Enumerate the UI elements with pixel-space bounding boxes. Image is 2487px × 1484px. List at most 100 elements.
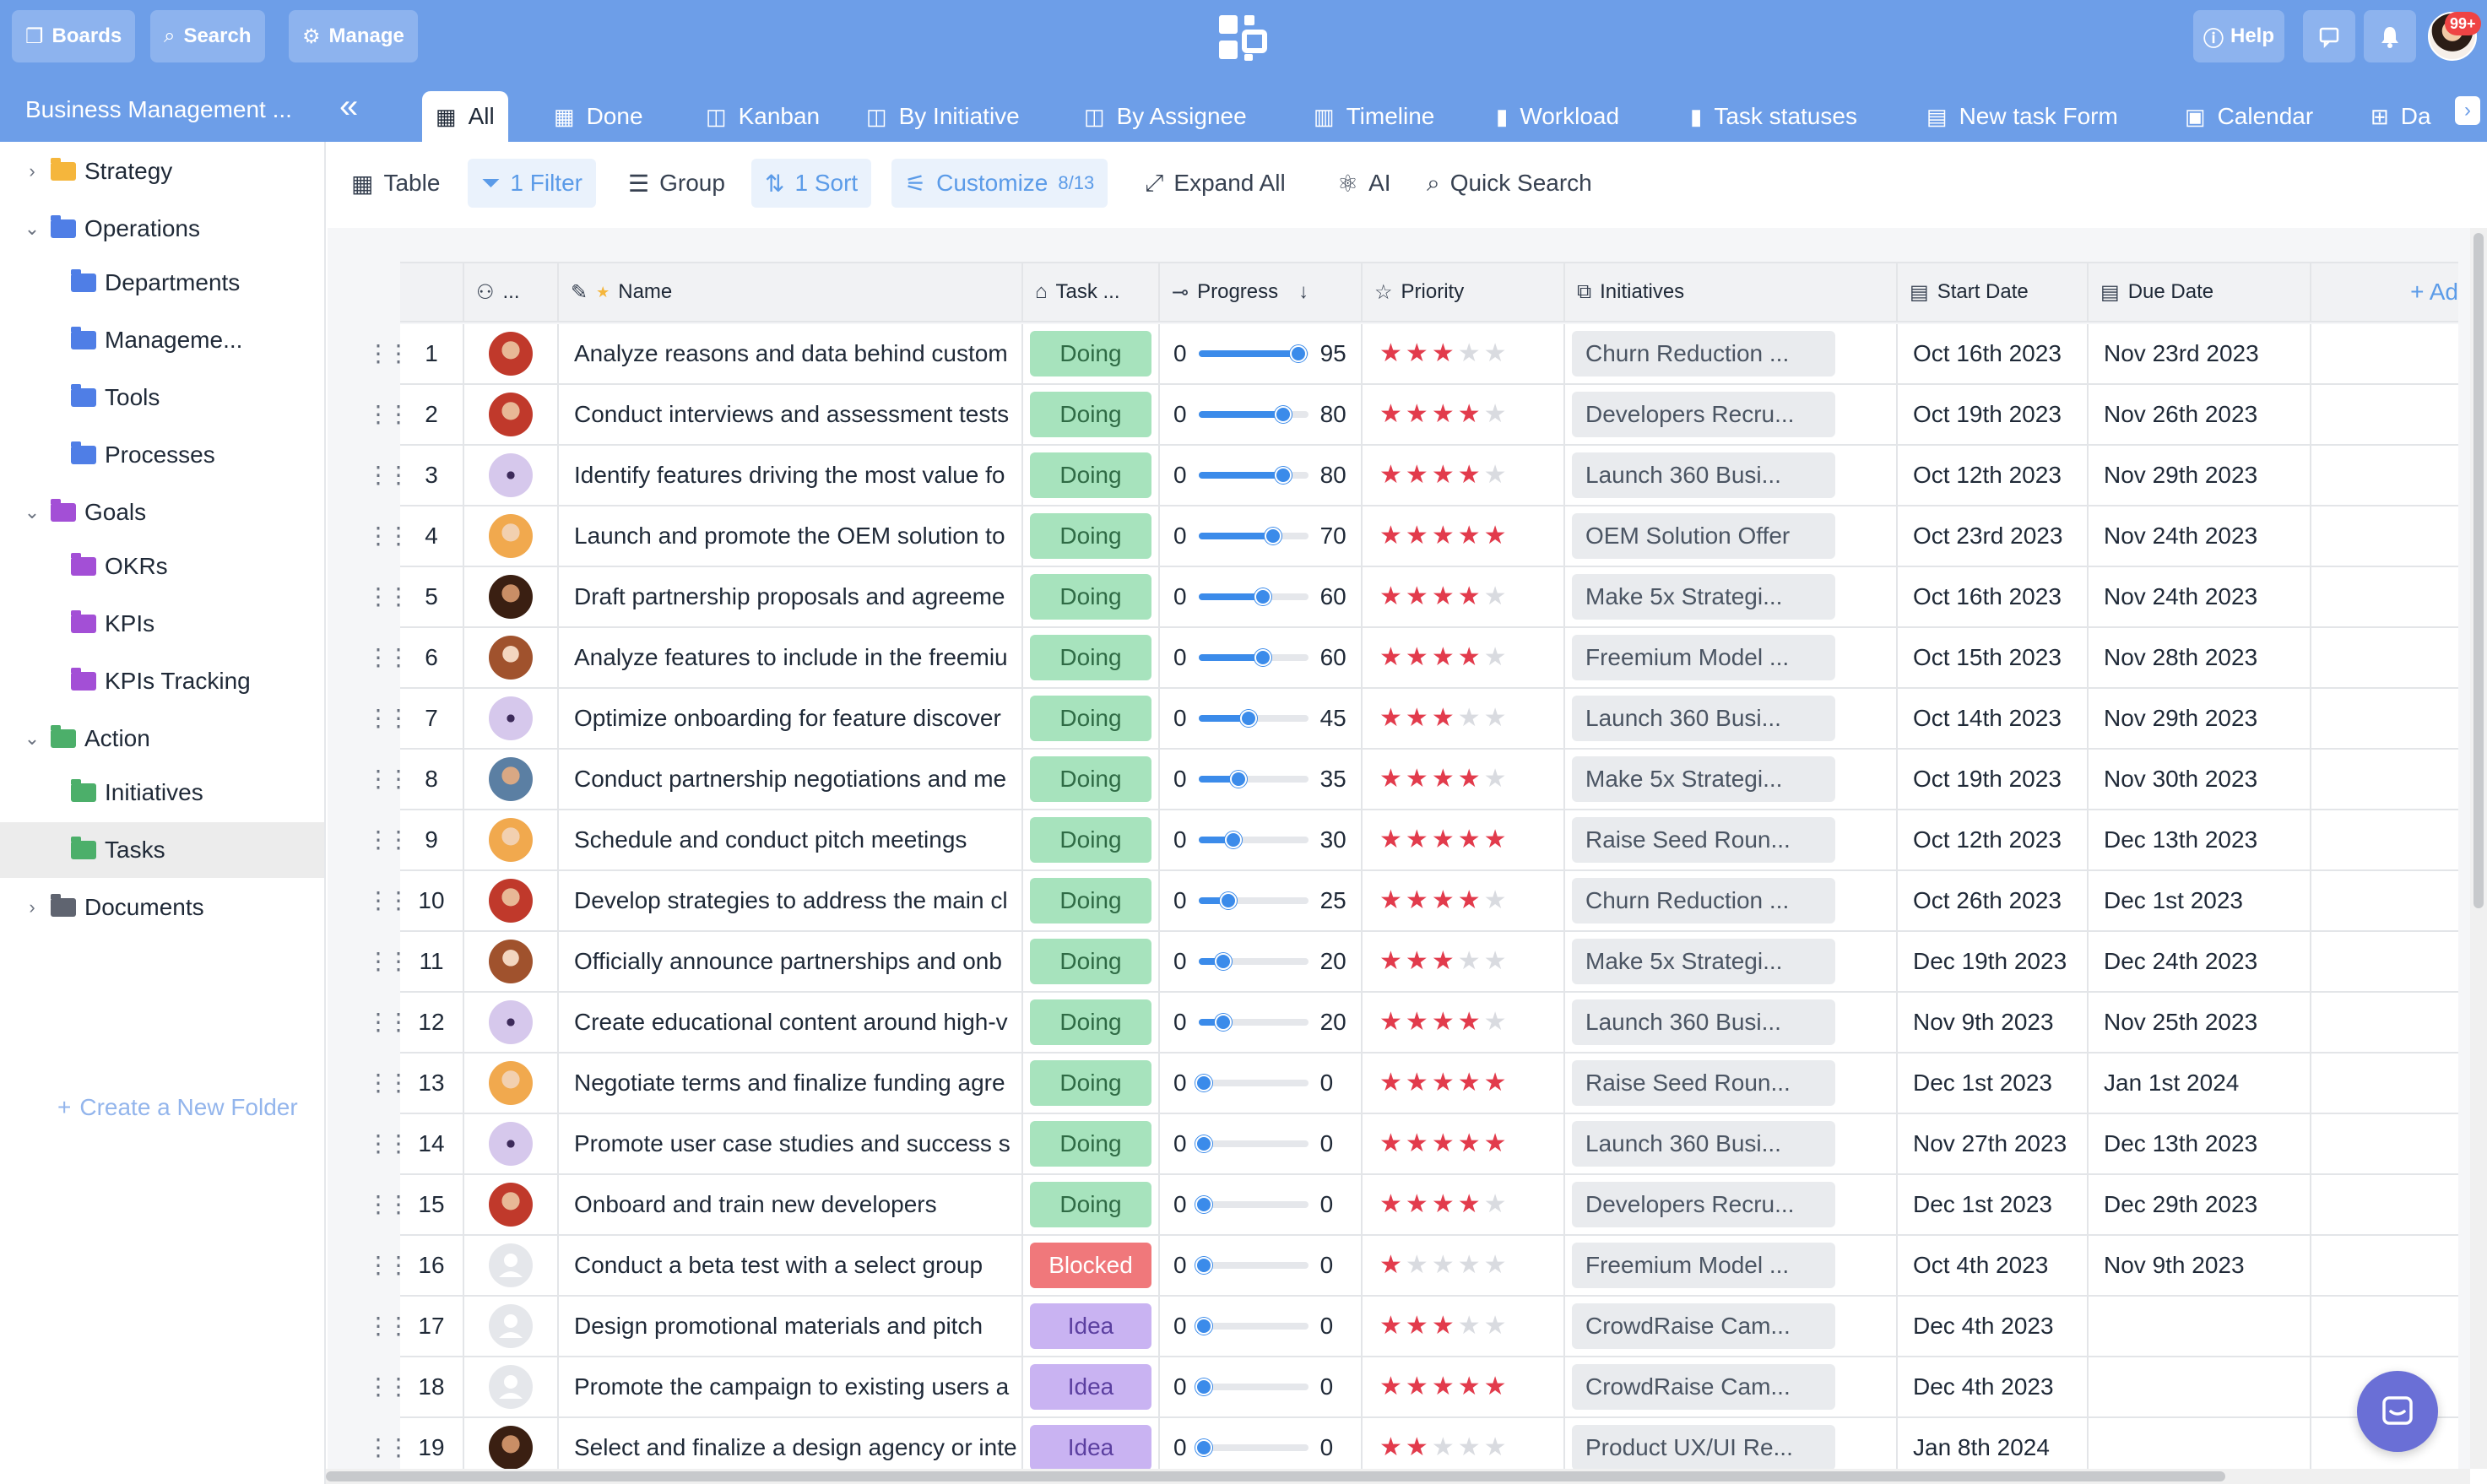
- star-icon[interactable]: ★: [1379, 584, 1402, 609]
- star-icon[interactable]: ★: [1458, 949, 1481, 974]
- progress-cell[interactable]: 00: [1160, 1236, 1363, 1295]
- star-icon[interactable]: ★: [1458, 463, 1481, 488]
- notifications-button[interactable]: [2364, 10, 2416, 62]
- sidebar-item-goals[interactable]: ⌄ Goals: [0, 485, 324, 540]
- table-row[interactable]: ⋮⋮ 19 Select and finalize a design agency …: [328, 1418, 2472, 1469]
- boards-button[interactable]: ❐ Boards: [12, 10, 136, 62]
- initiative-cell[interactable]: Freemium Model ...: [1565, 628, 1898, 687]
- tab-kanban[interactable]: ◫ Kanban: [692, 91, 833, 142]
- due-date-cell[interactable]: [2089, 1418, 2311, 1469]
- star-icon[interactable]: ★: [1379, 706, 1402, 731]
- star-icon[interactable]: ★: [1484, 827, 1507, 853]
- table-row[interactable]: ⋮⋮ 14 Promote user case studies and succes…: [328, 1114, 2472, 1175]
- star-icon[interactable]: ★: [1432, 1435, 1455, 1460]
- star-icon[interactable]: ★: [1406, 1374, 1428, 1400]
- manage-button[interactable]: ⚙ Manage: [289, 10, 418, 62]
- initiative-chip[interactable]: CrowdRaise Cam...: [1572, 1303, 1835, 1349]
- initiative-chip[interactable]: Launch 360 Busi...: [1572, 999, 1835, 1045]
- priority-rating[interactable]: ★ ★ ★ ★ ★: [1363, 1236, 1565, 1295]
- star-icon[interactable]: ★: [1458, 523, 1481, 549]
- task-status-cell[interactable]: Doing: [1023, 567, 1160, 626]
- progress-knob[interactable]: [1195, 1257, 1212, 1274]
- progress-slider[interactable]: [1195, 1318, 1309, 1335]
- priority-rating[interactable]: ★ ★ ★ ★ ★: [1363, 446, 1565, 505]
- star-icon[interactable]: ★: [1458, 645, 1481, 670]
- initiative-cell[interactable]: OEM Solution Offer: [1565, 506, 1898, 566]
- initiative-chip[interactable]: Raise Seed Roun...: [1572, 1060, 1835, 1106]
- priority-rating[interactable]: ★ ★ ★ ★ ★: [1363, 810, 1565, 869]
- priority-rating[interactable]: ★ ★ ★ ★ ★: [1363, 689, 1565, 748]
- start-date-cell[interactable]: Jan 8th 2024: [1898, 1418, 2089, 1469]
- due-date-cell[interactable]: Jan 1st 2024: [2089, 1053, 2311, 1113]
- star-icon[interactable]: ★: [1379, 1192, 1402, 1217]
- priority-rating[interactable]: ★ ★ ★ ★ ★: [1363, 1114, 1565, 1173]
- tab-workload[interactable]: ▮ Workload: [1482, 91, 1633, 142]
- progress-slider[interactable]: [1195, 1075, 1309, 1091]
- star-icon[interactable]: ★: [1379, 827, 1402, 853]
- initiative-cell[interactable]: Developers Recru...: [1565, 385, 1898, 444]
- star-icon[interactable]: ★: [1458, 888, 1481, 913]
- star-icon[interactable]: ★: [1484, 1313, 1507, 1339]
- star-icon[interactable]: ★: [1432, 402, 1455, 427]
- start-date-cell[interactable]: Oct 26th 2023: [1898, 871, 2089, 930]
- initiative-cell[interactable]: CrowdRaise Cam...: [1565, 1297, 1898, 1356]
- sidebar-item-tools[interactable]: Tools: [0, 370, 324, 425]
- star-icon[interactable]: ★: [1406, 523, 1428, 549]
- initiative-cell[interactable]: Raise Seed Roun...: [1565, 810, 1898, 869]
- initiative-chip[interactable]: Raise Seed Roun...: [1572, 817, 1835, 863]
- progress-knob[interactable]: [1274, 467, 1292, 484]
- assignee-cell[interactable]: [464, 324, 559, 383]
- due-date-cell[interactable]: Dec 24th 2023: [2089, 932, 2311, 991]
- star-icon[interactable]: ★: [1379, 1374, 1402, 1400]
- initiative-cell[interactable]: Product UX/UI Re...: [1565, 1418, 1898, 1469]
- chevron-right-icon[interactable]: ›: [24, 160, 41, 182]
- progress-cell[interactable]: 0 60: [1160, 567, 1363, 626]
- table-row[interactable]: ⋮⋮ 6 Analyze features to include in the fr…: [328, 628, 2472, 689]
- progress-knob[interactable]: [1239, 710, 1257, 727]
- star-icon[interactable]: ★: [1406, 341, 1428, 366]
- table-row[interactable]: ⋮⋮ 4 Launch and promote the OEM solution t…: [328, 506, 2472, 567]
- assignee-cell[interactable]: [464, 750, 559, 809]
- star-icon[interactable]: ★: [1458, 766, 1481, 792]
- tab-by-assignee[interactable]: ◫ By Assignee: [1070, 91, 1260, 142]
- due-date-cell[interactable]: Nov 28th 2023: [2089, 628, 2311, 687]
- quick-search-button[interactable]: ⌕ Quick Search: [1413, 159, 1606, 208]
- task-name-cell[interactable]: Conduct interviews and assessment tests: [559, 385, 1023, 444]
- star-icon[interactable]: ★: [1484, 645, 1507, 670]
- tab-task-statuses[interactable]: ▮ Task statuses: [1677, 91, 1871, 142]
- initiative-chip[interactable]: Developers Recru...: [1572, 392, 1835, 437]
- star-icon[interactable]: ★: [1379, 949, 1402, 974]
- star-icon[interactable]: ★: [1484, 402, 1507, 427]
- priority-rating[interactable]: ★ ★ ★ ★ ★: [1363, 628, 1565, 687]
- progress-cell[interactable]: 0 45: [1160, 689, 1363, 748]
- start-date-cell[interactable]: Oct 4th 2023: [1898, 1236, 2089, 1295]
- task-status-cell[interactable]: Idea: [1023, 1297, 1160, 1356]
- initiative-chip[interactable]: Freemium Model ...: [1572, 1243, 1835, 1288]
- progress-knob[interactable]: [1195, 1439, 1212, 1456]
- progress-knob[interactable]: [1215, 953, 1233, 970]
- star-icon[interactable]: ★: [1379, 888, 1402, 913]
- vertical-scroll-thumb[interactable]: [2473, 233, 2484, 908]
- due-date-cell[interactable]: Nov 24th 2023: [2089, 567, 2311, 626]
- star-icon[interactable]: ★: [1379, 766, 1402, 792]
- initiative-chip[interactable]: Churn Reduction ...: [1572, 331, 1835, 376]
- star-icon[interactable]: ★: [1406, 584, 1428, 609]
- initiative-chip[interactable]: Launch 360 Busi...: [1572, 452, 1835, 498]
- star-icon[interactable]: ★: [1406, 1131, 1428, 1156]
- assignee-cell[interactable]: [464, 1236, 559, 1295]
- progress-cell[interactable]: 0 80: [1160, 385, 1363, 444]
- initiative-cell[interactable]: Raise Seed Roun...: [1565, 1053, 1898, 1113]
- initiative-cell[interactable]: Freemium Model ...: [1565, 1236, 1898, 1295]
- star-icon[interactable]: ★: [1432, 1253, 1455, 1278]
- initiative-cell[interactable]: Launch 360 Busi...: [1565, 993, 1898, 1052]
- star-icon[interactable]: ★: [1406, 706, 1428, 731]
- task-status-cell[interactable]: Doing: [1023, 628, 1160, 687]
- task-status-cell[interactable]: Idea: [1023, 1418, 1160, 1469]
- assignee-cell[interactable]: [464, 446, 559, 505]
- task-name-cell[interactable]: Conduct partnership negotiations and me: [559, 750, 1023, 809]
- star-icon[interactable]: ★: [1458, 402, 1481, 427]
- progress-slider[interactable]: [1198, 892, 1309, 909]
- star-icon[interactable]: ★: [1432, 1313, 1455, 1339]
- sidebar-item-kpis-tracking[interactable]: KPIs Tracking: [0, 653, 324, 709]
- start-date-cell[interactable]: Oct 16th 2023: [1898, 324, 2089, 383]
